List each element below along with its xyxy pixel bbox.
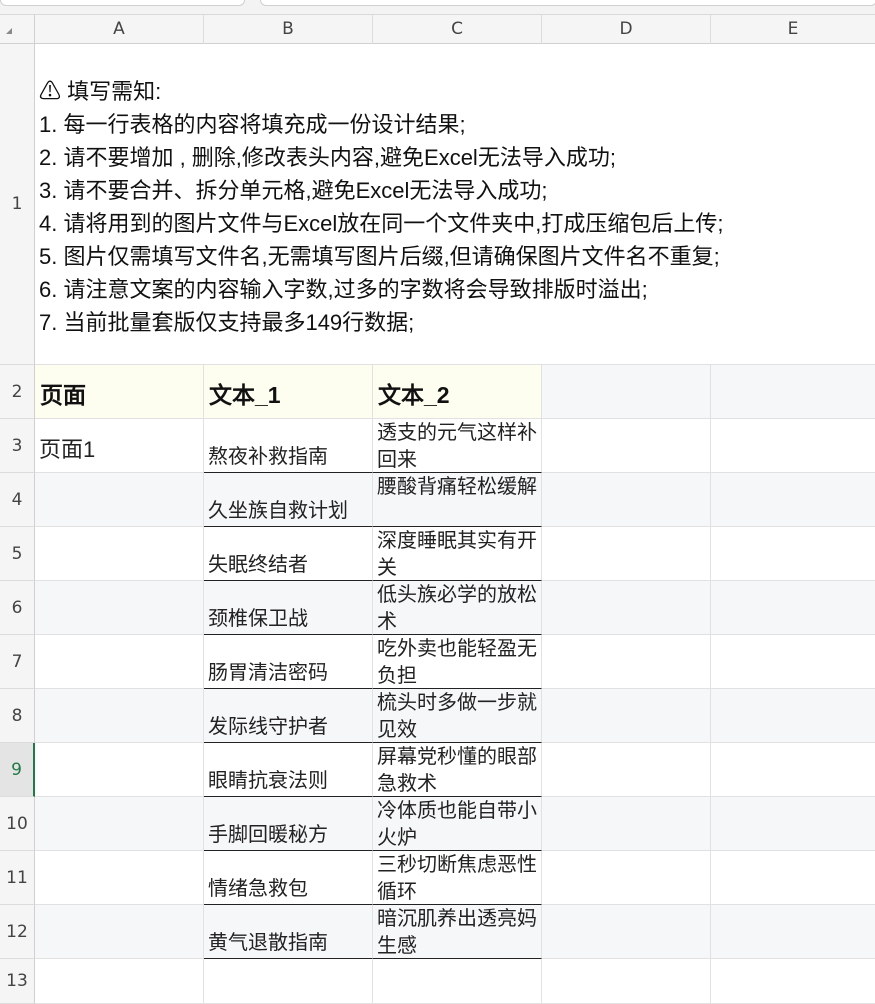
cell-page[interactable]: 页面1: [35, 419, 204, 473]
cell-page[interactable]: [35, 473, 204, 527]
cell-text2[interactable]: 吃外卖也能轻盈无负担: [373, 635, 542, 689]
row-header-10[interactable]: 10: [0, 797, 35, 851]
cell-text1[interactable]: 久坐族自救计划: [204, 473, 373, 527]
workbook-tab-strip: [0, 0, 875, 15]
select-all-corner[interactable]: [0, 15, 35, 44]
empty-cell[interactable]: [542, 689, 711, 743]
cell-text1[interactable]: 失眠终结者: [204, 527, 373, 581]
row-header-12[interactable]: 12: [0, 905, 35, 959]
empty-cell[interactable]: [35, 959, 204, 1004]
empty-cell[interactable]: [711, 473, 875, 527]
empty-cell[interactable]: [542, 743, 711, 797]
empty-cell[interactable]: [542, 581, 711, 635]
column-header-b[interactable]: B: [204, 15, 373, 44]
empty-cell[interactable]: [711, 959, 875, 1004]
cell-text1[interactable]: 情绪急救包: [204, 851, 373, 905]
instruction-line: 5. 图片仅需填写文件名,无需填写图片后缀,但请确保图片文件名不重复;: [39, 244, 720, 269]
cell-text1[interactable]: 发际线守护者: [204, 689, 373, 743]
instruction-line: 7. 当前批量套版仅支持最多149行数据;: [39, 310, 415, 335]
row-header-8[interactable]: 8: [0, 689, 35, 743]
cell-text2[interactable]: 透支的元气这样补回来: [373, 419, 542, 473]
row-header-1[interactable]: 1: [0, 44, 35, 365]
empty-cell[interactable]: [711, 743, 875, 797]
column-header-a[interactable]: A: [35, 15, 204, 44]
cell-page[interactable]: [35, 527, 204, 581]
cell-text2[interactable]: 冷体质也能自带小火炉: [373, 797, 542, 851]
cell-text2[interactable]: 三秒切断焦虑恶性循环: [373, 851, 542, 905]
row-header-2[interactable]: 2: [0, 365, 35, 419]
empty-cell[interactable]: [711, 797, 875, 851]
instruction-line: 3. 请不要合并、拆分单元格,避免Excel无法导入成功;: [39, 178, 548, 203]
select-all-triangle-icon: [6, 28, 12, 34]
row-header-6[interactable]: 6: [0, 581, 35, 635]
cell-text1[interactable]: 眼睛抗衰法则: [204, 743, 373, 797]
cell-page[interactable]: [35, 905, 204, 959]
cell-text2[interactable]: 低头族必学的放松术: [373, 581, 542, 635]
cell-page[interactable]: [35, 743, 204, 797]
empty-cell[interactable]: [711, 581, 875, 635]
empty-cell[interactable]: [542, 959, 711, 1004]
instruction-line: 4. 请将用到的图片文件与Excel放在同一个文件夹中,打成压缩包后上传;: [39, 211, 724, 236]
empty-cell[interactable]: [542, 419, 711, 473]
instruction-line: 2. 请不要增加 , 删除,修改表头内容,避免Excel无法导入成功;: [39, 145, 616, 170]
empty-cell[interactable]: [711, 527, 875, 581]
row-header-3[interactable]: 3: [0, 419, 35, 473]
empty-cell[interactable]: [542, 851, 711, 905]
cell-text1[interactable]: 手脚回暖秘方: [204, 797, 373, 851]
header-cell-text2[interactable]: 文本_2: [373, 365, 542, 419]
cell-page[interactable]: [35, 581, 204, 635]
row-header-9[interactable]: 9: [0, 743, 35, 797]
cell-text1[interactable]: 颈椎保卫战: [204, 581, 373, 635]
cell-text1[interactable]: 黄气退散指南: [204, 905, 373, 959]
empty-cell[interactable]: [711, 419, 875, 473]
empty-cell[interactable]: [711, 689, 875, 743]
empty-cell[interactable]: [542, 797, 711, 851]
instruction-line: 1. 每一行表格的内容将填充成一份设计结果;: [39, 112, 466, 137]
empty-cell[interactable]: [711, 365, 875, 419]
column-header-c[interactable]: C: [373, 15, 542, 44]
workbook-tab[interactable]: [260, 0, 875, 6]
header-cell-page[interactable]: 页面: [35, 365, 204, 419]
instructions-cell[interactable]: ⚠ 填写需知: 1. 每一行表格的内容将填充成一份设计结果; 2. 请不要增加 …: [35, 44, 875, 365]
instruction-line: 6. 请注意文案的内容输入字数,过多的字数将会导致排版时溢出;: [39, 277, 648, 302]
workbook-tab[interactable]: [0, 0, 245, 6]
row-header-4[interactable]: 4: [0, 473, 35, 527]
cell-text1[interactable]: 肠胃清洁密码: [204, 635, 373, 689]
cell-text2[interactable]: 暗沉肌养出透亮妈生感: [373, 905, 542, 959]
empty-cell[interactable]: [542, 527, 711, 581]
cell-page[interactable]: [35, 689, 204, 743]
cell-text2[interactable]: 深度睡眠其实有开关: [373, 527, 542, 581]
empty-cell[interactable]: [711, 635, 875, 689]
empty-cell[interactable]: [204, 959, 373, 1004]
column-header-e[interactable]: E: [711, 15, 875, 44]
row-header-5[interactable]: 5: [0, 527, 35, 581]
cell-text2[interactable]: 屏幕党秒懂的眼部急救术: [373, 743, 542, 797]
empty-cell[interactable]: [711, 905, 875, 959]
empty-cell[interactable]: [542, 365, 711, 419]
row-header-13[interactable]: 13: [0, 959, 35, 1004]
cell-page[interactable]: [35, 797, 204, 851]
column-header-d[interactable]: D: [542, 15, 711, 44]
row-header-7[interactable]: 7: [0, 635, 35, 689]
empty-cell[interactable]: [542, 473, 711, 527]
instructions-title: ⚠ 填写需知:: [39, 79, 162, 104]
empty-cell[interactable]: [711, 851, 875, 905]
empty-cell[interactable]: [373, 959, 542, 1004]
header-cell-text1[interactable]: 文本_1: [204, 365, 373, 419]
cell-page[interactable]: [35, 851, 204, 905]
cell-text2[interactable]: 腰酸背痛轻松缓解: [373, 473, 542, 527]
empty-cell[interactable]: [542, 635, 711, 689]
row-header-11[interactable]: 11: [0, 851, 35, 905]
cell-page[interactable]: [35, 635, 204, 689]
cell-text1[interactable]: 熬夜补救指南: [204, 419, 373, 473]
cell-text2[interactable]: 梳头时多做一步就见效: [373, 689, 542, 743]
empty-cell[interactable]: [542, 905, 711, 959]
